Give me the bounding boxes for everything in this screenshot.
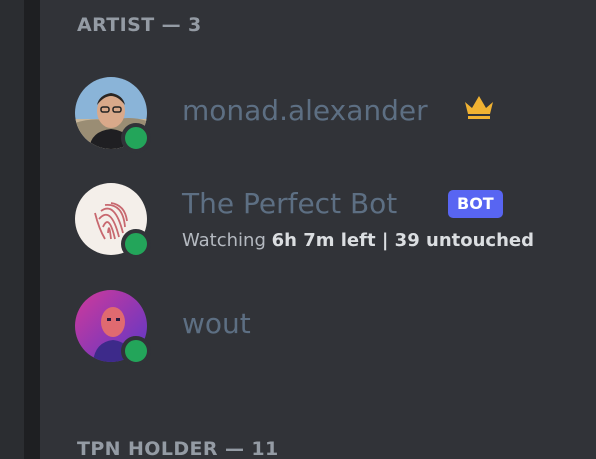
member-item-monad-alexander[interactable]: monad.alexander — [75, 70, 575, 156]
online-status-indicator — [121, 123, 151, 153]
bot-tag: BOT — [448, 190, 503, 218]
online-status-indicator — [121, 336, 151, 366]
role-group-header-tpn-holder: TPN HOLDER — 11 — [77, 438, 279, 459]
member-name: The Perfect Bot — [182, 187, 398, 220]
activity-detail: 6h 7m left | 39 untouched — [271, 230, 534, 251]
member-name: monad.alexander — [182, 94, 428, 127]
online-status-indicator — [121, 229, 151, 259]
member-item-wout[interactable]: wout — [75, 283, 575, 369]
member-item-the-perfect-bot[interactable]: The Perfect Bot BOT Watching 6h 7m left … — [75, 176, 575, 262]
activity-status: Watching 6h 7m left | 39 untouched — [182, 230, 534, 251]
crown-icon — [465, 96, 493, 119]
member-list[interactable]: ARTIST — 3 monad.alexander The Perfect B… — [40, 0, 596, 459]
activity-verb: Watching — [182, 230, 266, 251]
role-group-header-artist: ARTIST — 3 — [77, 14, 202, 36]
rail-divider — [24, 0, 40, 459]
server-rail — [0, 0, 24, 459]
member-name: wout — [182, 307, 251, 340]
